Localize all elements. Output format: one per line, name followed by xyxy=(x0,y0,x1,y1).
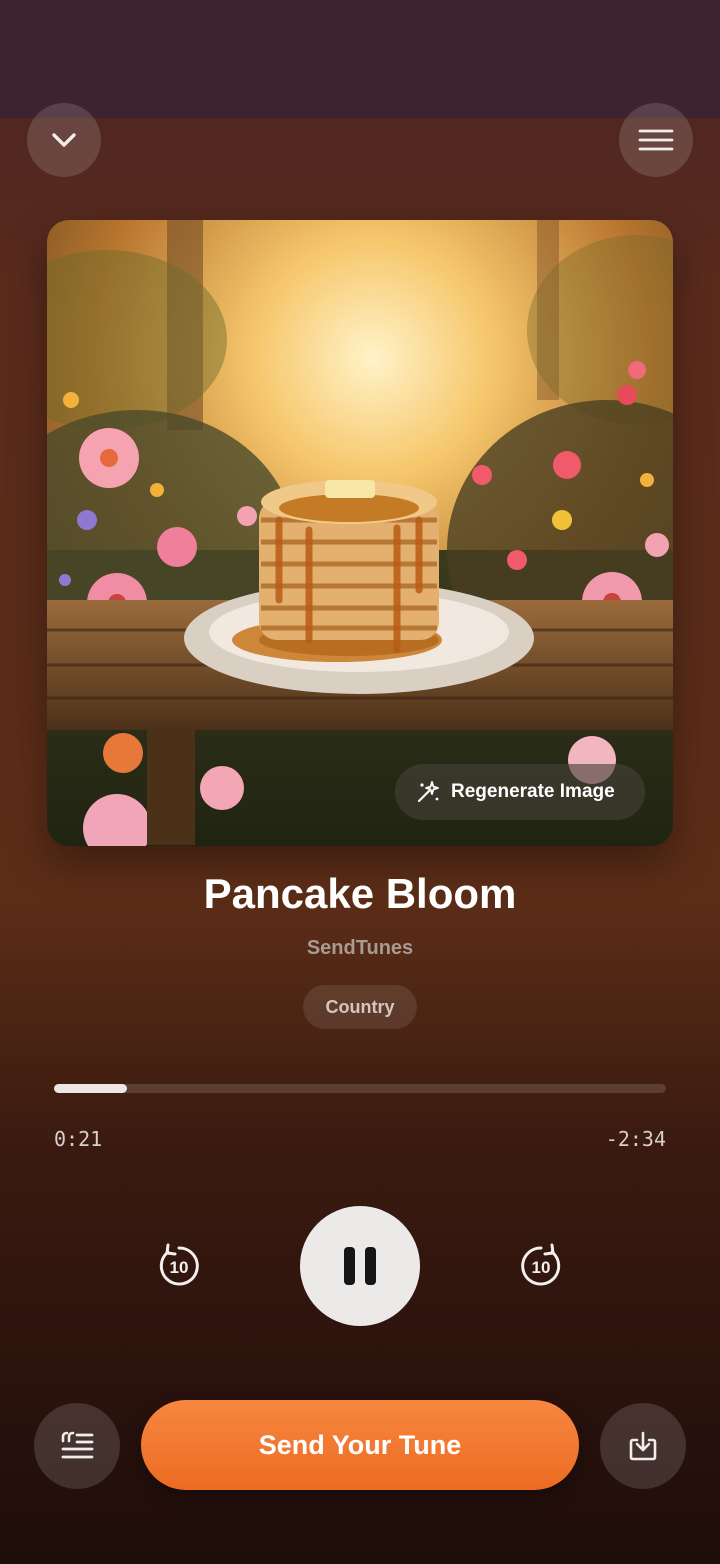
collapse-button[interactable] xyxy=(27,103,101,177)
download-button[interactable] xyxy=(600,1403,686,1489)
track-title: Pancake Bloom xyxy=(203,870,517,917)
skip-back-button[interactable]: 10 xyxy=(155,1242,203,1290)
skip-back-seconds: 10 xyxy=(170,1258,189,1277)
regenerate-image-button[interactable]: Regenerate Image xyxy=(395,764,645,820)
artist-name: SendTunes xyxy=(306,937,414,959)
sparkle-wand-icon xyxy=(417,781,439,803)
pause-button[interactable] xyxy=(300,1206,420,1326)
elapsed-time: 0:21 xyxy=(54,1127,103,1151)
progress-fill xyxy=(54,1084,128,1093)
progress-bar[interactable] xyxy=(54,1084,666,1093)
send-your-tune-button[interactable]: Send Your Tune xyxy=(141,1400,579,1490)
menu-button[interactable] xyxy=(619,103,693,177)
album-artwork xyxy=(47,220,673,846)
lyrics-icon xyxy=(61,1431,94,1459)
genre-chip[interactable]: Country xyxy=(303,985,417,1029)
lyrics-button[interactable] xyxy=(34,1403,120,1489)
pancake-garden-image xyxy=(47,220,673,846)
pause-icon xyxy=(344,1247,376,1285)
chevron-down-icon xyxy=(52,133,76,147)
regenerate-image-label: Regenerate Image xyxy=(451,781,615,802)
skip-forward-seconds: 10 xyxy=(532,1258,551,1277)
skip-forward-button[interactable]: 10 xyxy=(517,1242,565,1290)
remaining-time: -2:34 xyxy=(605,1127,666,1151)
forward-10-icon: 10 xyxy=(521,1243,561,1286)
hamburger-menu-icon xyxy=(638,129,674,151)
status-bar xyxy=(0,0,720,118)
download-icon xyxy=(629,1431,657,1461)
rewind-10-icon: 10 xyxy=(159,1243,199,1286)
